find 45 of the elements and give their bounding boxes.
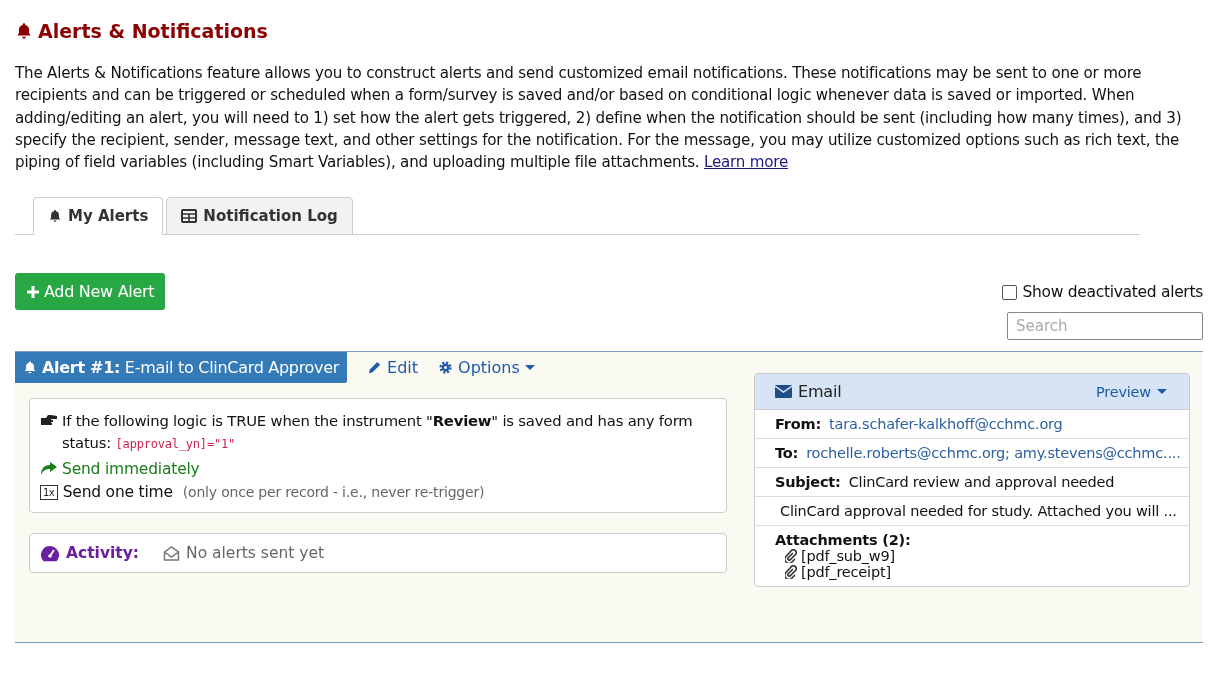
activity-label: Activity: [66,544,140,563]
bell-icon [23,360,37,376]
recipient-addresses: rochelle.roberts@cchmc.org; amy.stevens@cchmc.... [806,445,1181,462]
email-subject: ClinCard review and approval needed [848,474,1115,491]
gear-icon [438,360,454,376]
envelope-open-icon [163,546,181,561]
edit-link[interactable]: Edit [367,358,419,378]
gauge-icon [40,545,60,562]
alert-title: Alert #1: E-mail to ClinCard Approver [42,358,340,378]
email-body-preview: ClinCard approval needed for study. Attached you will ... [780,503,1177,520]
share-arrow-icon [40,462,57,477]
search-field[interactable]: Search [1007,312,1203,341]
plus-icon [26,285,40,299]
envelope-icon [775,385,792,399]
attachments-label: Attachments (2): [775,532,912,549]
learn-more-link[interactable]: Learn more [704,153,789,172]
pencil-icon [367,360,383,376]
email-title: Email [798,382,842,402]
repeat-count: 1x [40,485,58,500]
attachment-name: [pdf_receipt] [801,564,891,581]
bell-icon [48,209,62,224]
intro-paragraph: The Alerts & Notifications feature allows you to construct alerts and send customized email notifications. These notifications may be sent to one or more recipients and can be triggered or scheduled when a form/survey is saved and/or based on conditional logic whenever data is saved or imported. When adding/editing an alert, you will need to 1) set how the alert gets triggered, 2) define when the notification should be sent (including how many times), and 3) specify the recipient, sender, message text, and other settings for the notification. For the message, you may utilize customized options such as rich text, the piping of field variables (including Smart Variables), and uploading multiple file attachments. Learn more [15,63,1183,174]
tab[interactable]: My Alerts [33,197,164,236]
checkbox[interactable] [1002,285,1018,300]
bell-icon [15,22,33,40]
attachment-name: [pdf_sub_w9] [801,548,895,565]
caret-icon [524,365,535,371]
repeat-note: (only once per record - i.e., never re-trigger) [182,484,485,501]
table-icon [181,209,198,224]
field-label: From: [775,416,821,433]
field-label: To: [775,445,799,462]
sender-address: tara.schafer-kalkhoff@cchmc.org [829,416,1063,433]
options-dropdown[interactable]: Options [438,358,535,378]
preview-dropdown[interactable]: Preview [1095,384,1167,400]
paperclip-icon [785,565,797,580]
field-label: Subject: [775,474,841,491]
activity-status: No alerts sent yet [186,544,325,563]
repeat-setting: Send one time [62,483,173,502]
caret-icon [1157,389,1167,395]
send-timing: Send immediately [62,460,200,479]
tab[interactable]: Notification Log [166,197,353,236]
checkbox-label: Show deactivated alerts [1022,283,1203,302]
trigger-condition: If the following logic is TRUE when the instrument "Review" is saved and has any form status: [approval_yn]="1" [62,411,694,454]
paperclip-icon [785,549,797,564]
page-title: Alerts & Notifications [38,20,268,42]
